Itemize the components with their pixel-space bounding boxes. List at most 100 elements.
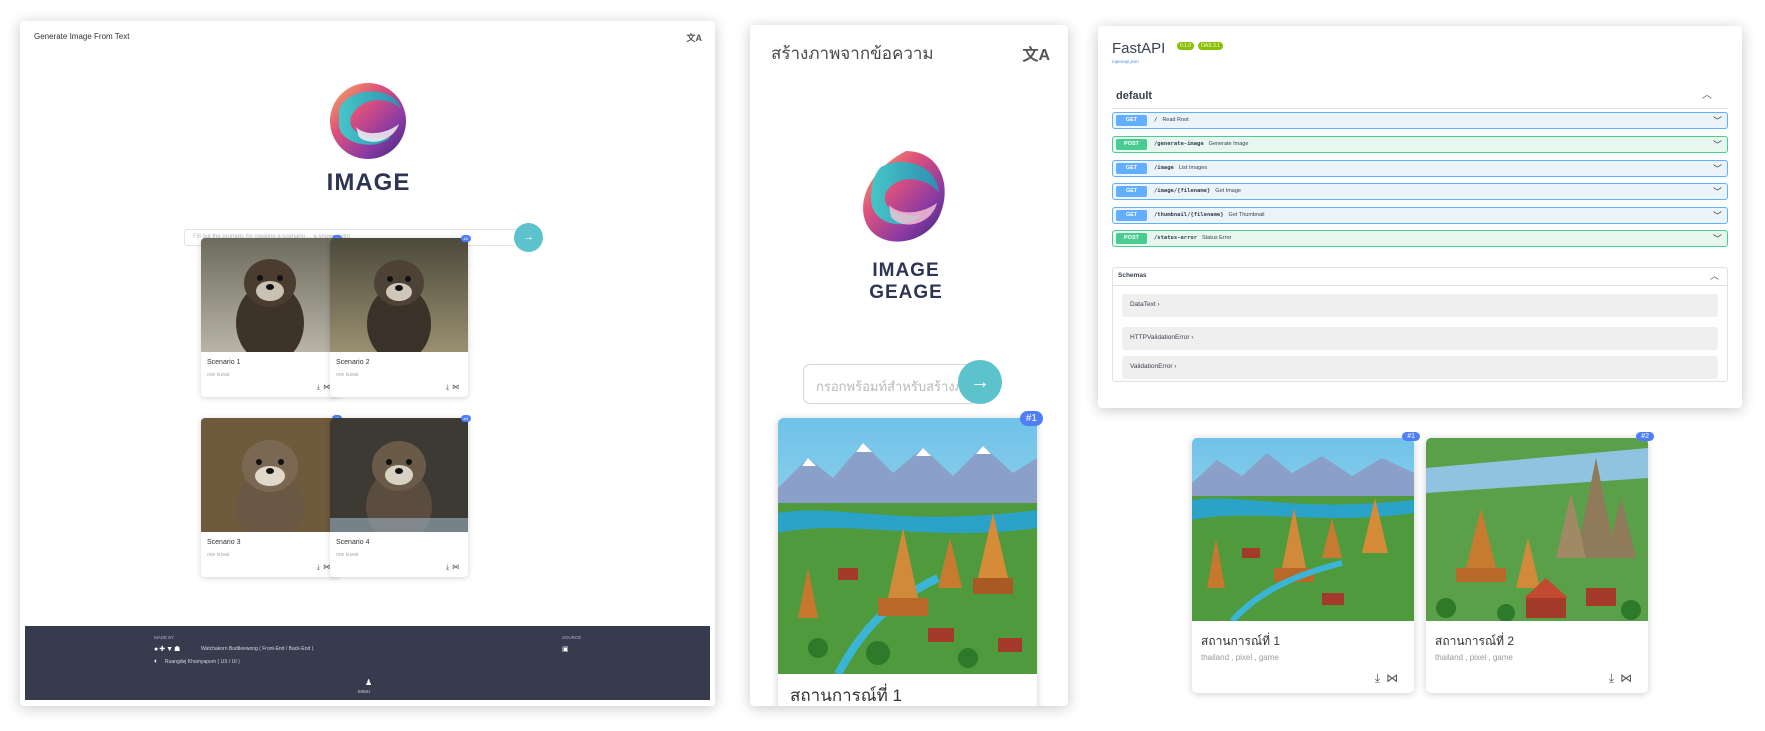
chevron-down-icon[interactable]: ﹀ [1713,209,1722,222]
image-card[interactable]: Scenario 1 one kuwai ⤓⋈ #1 [201,235,342,397]
card-tags: one kuwai [336,552,359,558]
logo-mark-icon [330,83,406,159]
schema-name: DataText [1130,301,1156,308]
image-card[interactable]: Scenario 4 one kuwai ⤓⋈ #4 [330,415,471,577]
operation-path: /generate-image [1154,141,1204,147]
developer-credit: Watchakorn Budtleewong ( Front-End / Bac… [201,646,314,652]
operation-summary: Get Image [1215,188,1241,194]
operation-row[interactable]: POST /generate-image Generate Image ﹀ [1112,136,1728,153]
share-icon[interactable]: ⋈ [452,564,462,571]
operation-path: /image [1154,165,1174,171]
prompt-input[interactable]: กรอกพร้อมท์สำหรับสร้างภาพ [803,364,978,404]
chevron-up-icon[interactable]: ︿ [1702,86,1712,101]
card-image[interactable] [1426,438,1648,621]
card-image[interactable] [330,238,468,352]
logo-text: IMAGE GEAGE [869,260,943,303]
version-badge: 0.1.0 [1177,42,1195,50]
card-title: สถานการณ์ที่ 1 [1201,634,1281,648]
card-title: สถานการณ์ที่ 1 [790,686,902,705]
operation-row[interactable]: GET /thumbnail/{filename} Get Thumbnail ﹀ [1112,207,1728,224]
download-icon[interactable]: ⤓ [1375,671,1386,685]
chevron-right-icon: › [1157,301,1160,308]
share-icon[interactable]: ⋈ [452,384,462,391]
source-code-icon[interactable]: ▣ [562,645,569,653]
card-image[interactable] [330,418,468,532]
operation-summary: List Images [1178,165,1207,171]
logo-text: IMAGE [326,169,411,196]
chevron-down-icon[interactable]: ﹀ [1713,232,1722,245]
schema-name: HTTPValidationError [1130,334,1190,341]
operation-path: /status-error [1154,235,1198,241]
footer: MADE BY ●✚▼☗ Watchakorn Budtleewong ( Fr… [25,626,710,700]
operation-row[interactable]: POST /status-error Status Error ﹀ [1112,230,1728,247]
card-tags: one kuwai [207,552,230,558]
divider [1113,285,1727,286]
image-card[interactable]: สถานการณ์ที่ 1 thailand , pixel , game ⤓… [1192,432,1420,693]
method-badge: POST [1116,233,1147,244]
schemas-title[interactable]: Schemas [1118,272,1147,279]
oas-badge: OAS 3.1 [1198,42,1223,50]
method-badge: GET [1116,186,1147,197]
desktop-app-window: Generate Image From Text 文A IMAGE Fill o… [20,21,715,706]
card-image[interactable] [201,418,339,532]
image-card[interactable]: Scenario 2 one kuwai ⤓⋈ #2 [330,235,471,397]
translate-icon[interactable]: 文A [687,31,703,44]
app-logo: IMAGE [321,79,416,197]
method-badge: GET [1116,163,1147,174]
card-badge: #4 [460,415,471,422]
operation-path: /image/{filename} [1154,188,1211,194]
chevron-down-icon[interactable]: ﹀ [1713,138,1722,151]
social-icons: ●✚▼☗ [154,645,181,653]
operation-row[interactable]: GET / Read Root ﹀ [1112,112,1728,129]
generate-button[interactable]: → [514,223,543,252]
image-card[interactable]: Scenario 3 one kuwai ⤓⋈ #3 [201,415,342,577]
arrow-right-icon: → [523,231,534,243]
chevron-down-icon[interactable]: ﹀ [1713,114,1722,127]
generate-button[interactable]: → [958,360,1002,404]
mobile-app-window: สร้างภาพจากข้อความ 文A IMAGE GEAGE กรอกพร… [750,25,1068,706]
translate-icon[interactable]: 文A [1022,41,1050,65]
openapi-link[interactable]: /openapi.json [1112,59,1139,64]
arrow-right-icon: → [970,371,990,393]
operation-row[interactable]: GET /image/{filename} Get Image ﹀ [1112,183,1728,200]
image-card[interactable]: สถานการณ์ที่ 1 #1 [778,411,1043,706]
operation-row[interactable]: GET /image List Images ﹀ [1112,160,1728,177]
operation-summary: Generate Image [1208,141,1249,147]
card-image[interactable] [778,418,1037,674]
card-tags: one kuwai [207,372,230,378]
schema-item[interactable]: DataText › [1122,294,1718,317]
chevron-right-icon: › [1191,334,1194,341]
card-image[interactable] [201,238,339,352]
card-image[interactable] [1192,438,1414,621]
card-title: Scenario 2 [336,359,370,366]
schemas-panel: Schemas ︿ DataText › HTTPValidationError… [1112,267,1728,382]
method-badge: GET [1116,210,1147,221]
brand-icon: ♟ [365,678,373,687]
chevron-down-icon[interactable]: ﹀ [1713,162,1722,175]
app-title: สร้างภาพจากข้อความ [771,44,934,63]
operation-path: /thumbnail/{filename} [1154,212,1224,218]
download-icon[interactable]: ⤓ [1609,671,1620,685]
chevron-down-icon[interactable]: ﹀ [1713,185,1722,198]
share-icon[interactable]: ⋈ [1620,671,1638,685]
figma-icon[interactable]: ◐ [154,658,158,665]
fastapi-docs-window: FastAPI 0.1.0 OAS 3.1 /openapi.json defa… [1098,26,1742,408]
designer-credit: Ruangdej Khamyaporn ( UX / UI ) [165,659,240,665]
email-icon[interactable]: ▼ [166,646,174,653]
card-badge: #1 [1019,411,1043,426]
section-title[interactable]: default [1116,90,1152,102]
image-card[interactable]: สถานการณ์ที่ 2 thailand , pixel , game ⤓… [1426,432,1654,693]
share-icon[interactable]: ⋈ [1386,671,1404,685]
brand-label: IMMU [358,689,370,694]
chevron-up-icon[interactable]: ︿ [1710,269,1719,282]
source-label: SOURCE [562,635,582,640]
app-logo: IMAGE GEAGE [841,147,971,303]
method-badge: GET [1116,115,1147,126]
api-title: FastAPI [1112,40,1166,57]
schema-item[interactable]: ValidationError › [1122,356,1718,379]
discord-icon[interactable]: ☗ [174,646,181,653]
schema-item[interactable]: HTTPValidationError › [1122,327,1718,350]
operation-summary: Read Root [1162,117,1189,123]
operation-path: / [1154,117,1158,123]
card-badge: #2 [460,235,471,242]
